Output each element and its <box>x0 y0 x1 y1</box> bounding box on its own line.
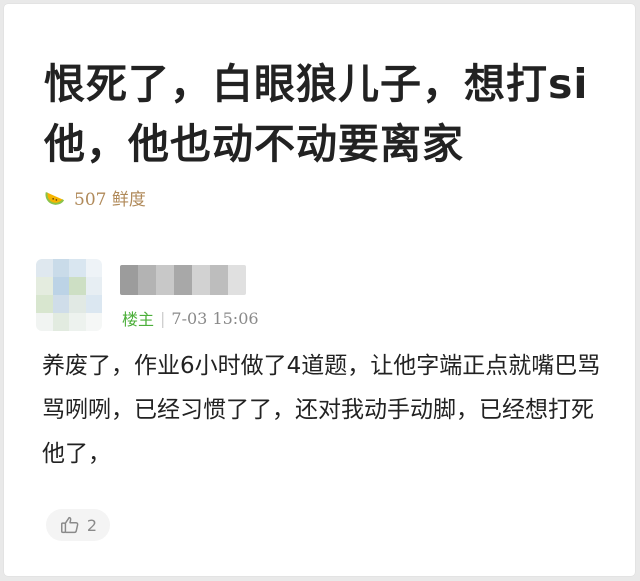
username-blurred[interactable] <box>120 265 246 295</box>
author-badge: 楼主 <box>122 310 155 329</box>
freshness-indicator: 507 鲜度 <box>44 185 146 210</box>
comment-meta: 楼主 | 7-03 15:06 <box>122 307 259 330</box>
freshness-text: 507 鲜度 <box>74 189 146 210</box>
avatar[interactable] <box>36 259 102 331</box>
comment-timestamp: 7-03 15:06 <box>171 308 259 328</box>
meta-divider: | <box>160 308 166 328</box>
comment-body: 养废了，作业6小时做了4道题，让他字端正点就嘴巴骂骂咧咧，已经习惯了了，还对我动… <box>42 353 601 467</box>
like-count: 2 <box>86 515 98 535</box>
thumbs-up-icon <box>60 516 79 534</box>
post-card: 恨死了，白眼狼儿子，想打si他，他也动不动要离家 507 鲜度 楼主 | 7-0… <box>4 4 635 576</box>
melon-slice-icon <box>45 192 65 205</box>
post-title: 恨死了，白眼狼儿子，想打si他，他也动不动要离家 <box>44 60 589 168</box>
like-button[interactable]: 2 <box>46 509 110 541</box>
